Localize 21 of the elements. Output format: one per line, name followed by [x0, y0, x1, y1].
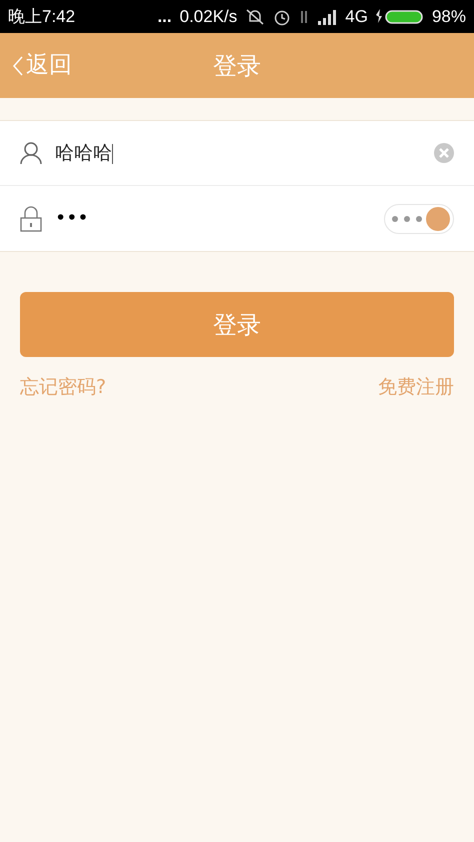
ellipsis-text: ...	[157, 6, 172, 28]
battery-text: 98%	[432, 6, 466, 28]
chevron-left-icon	[12, 54, 24, 76]
register-link[interactable]: 免费注册	[378, 373, 454, 402]
network-speed-text: 0.02K/s	[180, 6, 238, 28]
user-icon	[20, 141, 42, 165]
forgot-password-link[interactable]: 忘记密码?	[20, 373, 106, 402]
network-type-text: 4G	[345, 6, 368, 28]
muted-bell-icon	[245, 8, 266, 26]
page-title: 登录	[213, 50, 261, 82]
dots-icon	[392, 216, 422, 222]
lock-icon	[20, 206, 42, 232]
battery-icon	[376, 8, 424, 24]
back-button[interactable]: 返回	[0, 48, 72, 83]
show-password-toggle[interactable]	[384, 204, 454, 234]
clock-text: 晚上7:42	[8, 6, 76, 28]
login-button[interactable]: 登录	[20, 292, 454, 357]
clear-icon[interactable]	[434, 143, 454, 163]
signal-icon	[317, 8, 338, 24]
password-field[interactable]: •••	[55, 204, 384, 233]
username-field[interactable]: 哈哈哈	[55, 138, 434, 168]
